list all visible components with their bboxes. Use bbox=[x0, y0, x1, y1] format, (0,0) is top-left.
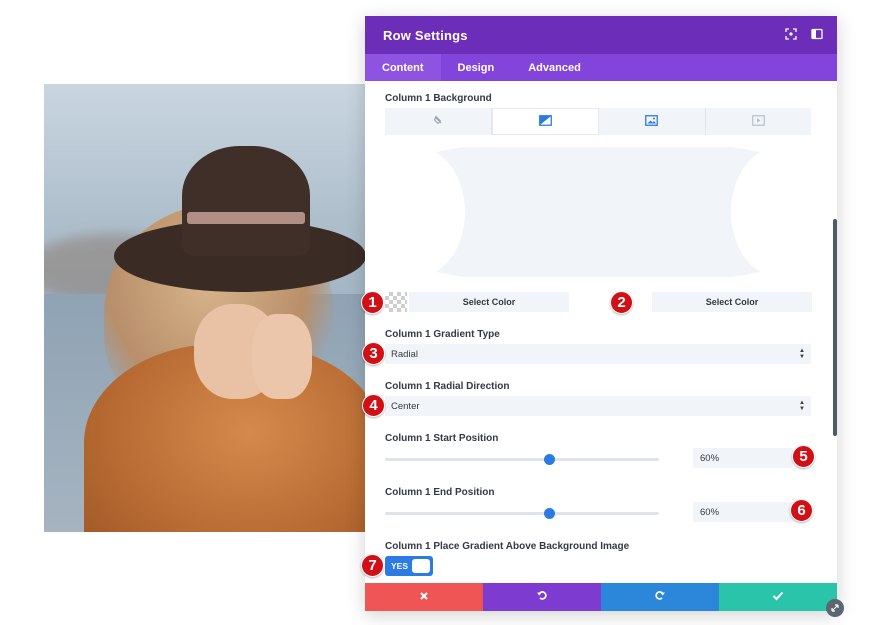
end-position-slider-thumb[interactable] bbox=[544, 508, 556, 519]
discard-icon bbox=[419, 588, 429, 606]
marker-badge: 7 bbox=[361, 554, 384, 577]
tab-advanced[interactable]: Advanced bbox=[511, 54, 598, 81]
gradient-type-select[interactable]: Radial ▲ ▼ bbox=[385, 344, 811, 364]
start-position-slider[interactable] bbox=[385, 454, 659, 465]
modal-tabs: Content Design Advanced bbox=[365, 54, 837, 81]
marker-badge: 5 bbox=[792, 445, 815, 468]
select-arrows-icon: ▲ ▼ bbox=[799, 348, 805, 360]
gradient-type-value: Radial bbox=[391, 348, 418, 360]
start-position-slider-thumb[interactable] bbox=[544, 454, 556, 465]
start-position-input[interactable]: 60% bbox=[693, 448, 793, 468]
end-position-label: Column 1 End Position bbox=[385, 487, 495, 498]
save-button[interactable] bbox=[719, 583, 837, 611]
undo-icon bbox=[536, 588, 548, 606]
photo-hat-band bbox=[187, 212, 305, 224]
toggle-yes-label: YES bbox=[391, 561, 409, 571]
photo-hat-crown bbox=[182, 146, 310, 256]
resize-handle-icon[interactable] bbox=[826, 599, 844, 617]
select-color-end-button[interactable]: Select Color bbox=[652, 292, 812, 312]
radial-direction-select[interactable]: Center ▲ ▼ bbox=[385, 396, 811, 416]
radial-direction-value: Center bbox=[391, 400, 420, 412]
background-label: Column 1 Background bbox=[385, 93, 492, 104]
bg-tab-image[interactable] bbox=[599, 108, 706, 135]
no-background-icon bbox=[432, 113, 444, 131]
select-color-start-button[interactable]: Select Color bbox=[409, 292, 569, 312]
end-position-input[interactable]: 60% bbox=[693, 502, 793, 522]
modal-body: Column 1 Background Select Color Select … bbox=[365, 81, 837, 583]
discard-button[interactable] bbox=[365, 583, 483, 611]
background-type-tabs bbox=[385, 108, 811, 135]
color-swatch-transparent[interactable] bbox=[385, 292, 407, 312]
image-icon bbox=[645, 113, 659, 131]
focus-icon[interactable] bbox=[785, 27, 797, 40]
tab-content[interactable]: Content bbox=[365, 54, 441, 81]
marker-badge: 2 bbox=[610, 291, 633, 314]
gradient-preview bbox=[385, 147, 811, 277]
bg-tab-video[interactable] bbox=[706, 108, 812, 135]
place-gradient-label: Column 1 Place Gradient Above Background… bbox=[385, 541, 630, 552]
photo-hand bbox=[252, 314, 312, 399]
start-position-label: Column 1 Start Position bbox=[385, 433, 499, 444]
undo-button[interactable] bbox=[483, 583, 601, 611]
redo-icon bbox=[654, 588, 666, 606]
tab-design[interactable]: Design bbox=[441, 54, 512, 81]
row-settings-modal: Row Settings Content Design Advanced Col… bbox=[365, 16, 837, 611]
modal-title: Row Settings bbox=[383, 27, 468, 43]
marker-badge: 3 bbox=[362, 342, 385, 365]
bg-tab-none[interactable] bbox=[385, 108, 492, 135]
redo-button[interactable] bbox=[601, 583, 719, 611]
save-icon bbox=[772, 588, 784, 606]
select-arrows-icon: ▲ ▼ bbox=[799, 400, 805, 412]
gradient-icon bbox=[538, 113, 552, 131]
background-photo bbox=[44, 84, 366, 532]
bg-tab-gradient[interactable] bbox=[491, 108, 599, 135]
gradient-type-label: Column 1 Gradient Type bbox=[385, 329, 500, 340]
toggle-knob bbox=[412, 559, 430, 573]
radial-direction-label: Column 1 Radial Direction bbox=[385, 381, 510, 392]
modal-header: Row Settings bbox=[365, 16, 837, 54]
modal-footer bbox=[365, 583, 837, 611]
marker-badge: 6 bbox=[790, 499, 813, 522]
marker-badge: 1 bbox=[361, 291, 384, 314]
scrollbar[interactable] bbox=[833, 219, 837, 436]
place-gradient-toggle[interactable]: YES bbox=[385, 556, 433, 576]
marker-badge: 4 bbox=[362, 394, 385, 417]
video-icon bbox=[751, 113, 765, 131]
end-position-slider[interactable] bbox=[385, 508, 659, 519]
sidebar-toggle-icon[interactable] bbox=[811, 27, 823, 40]
